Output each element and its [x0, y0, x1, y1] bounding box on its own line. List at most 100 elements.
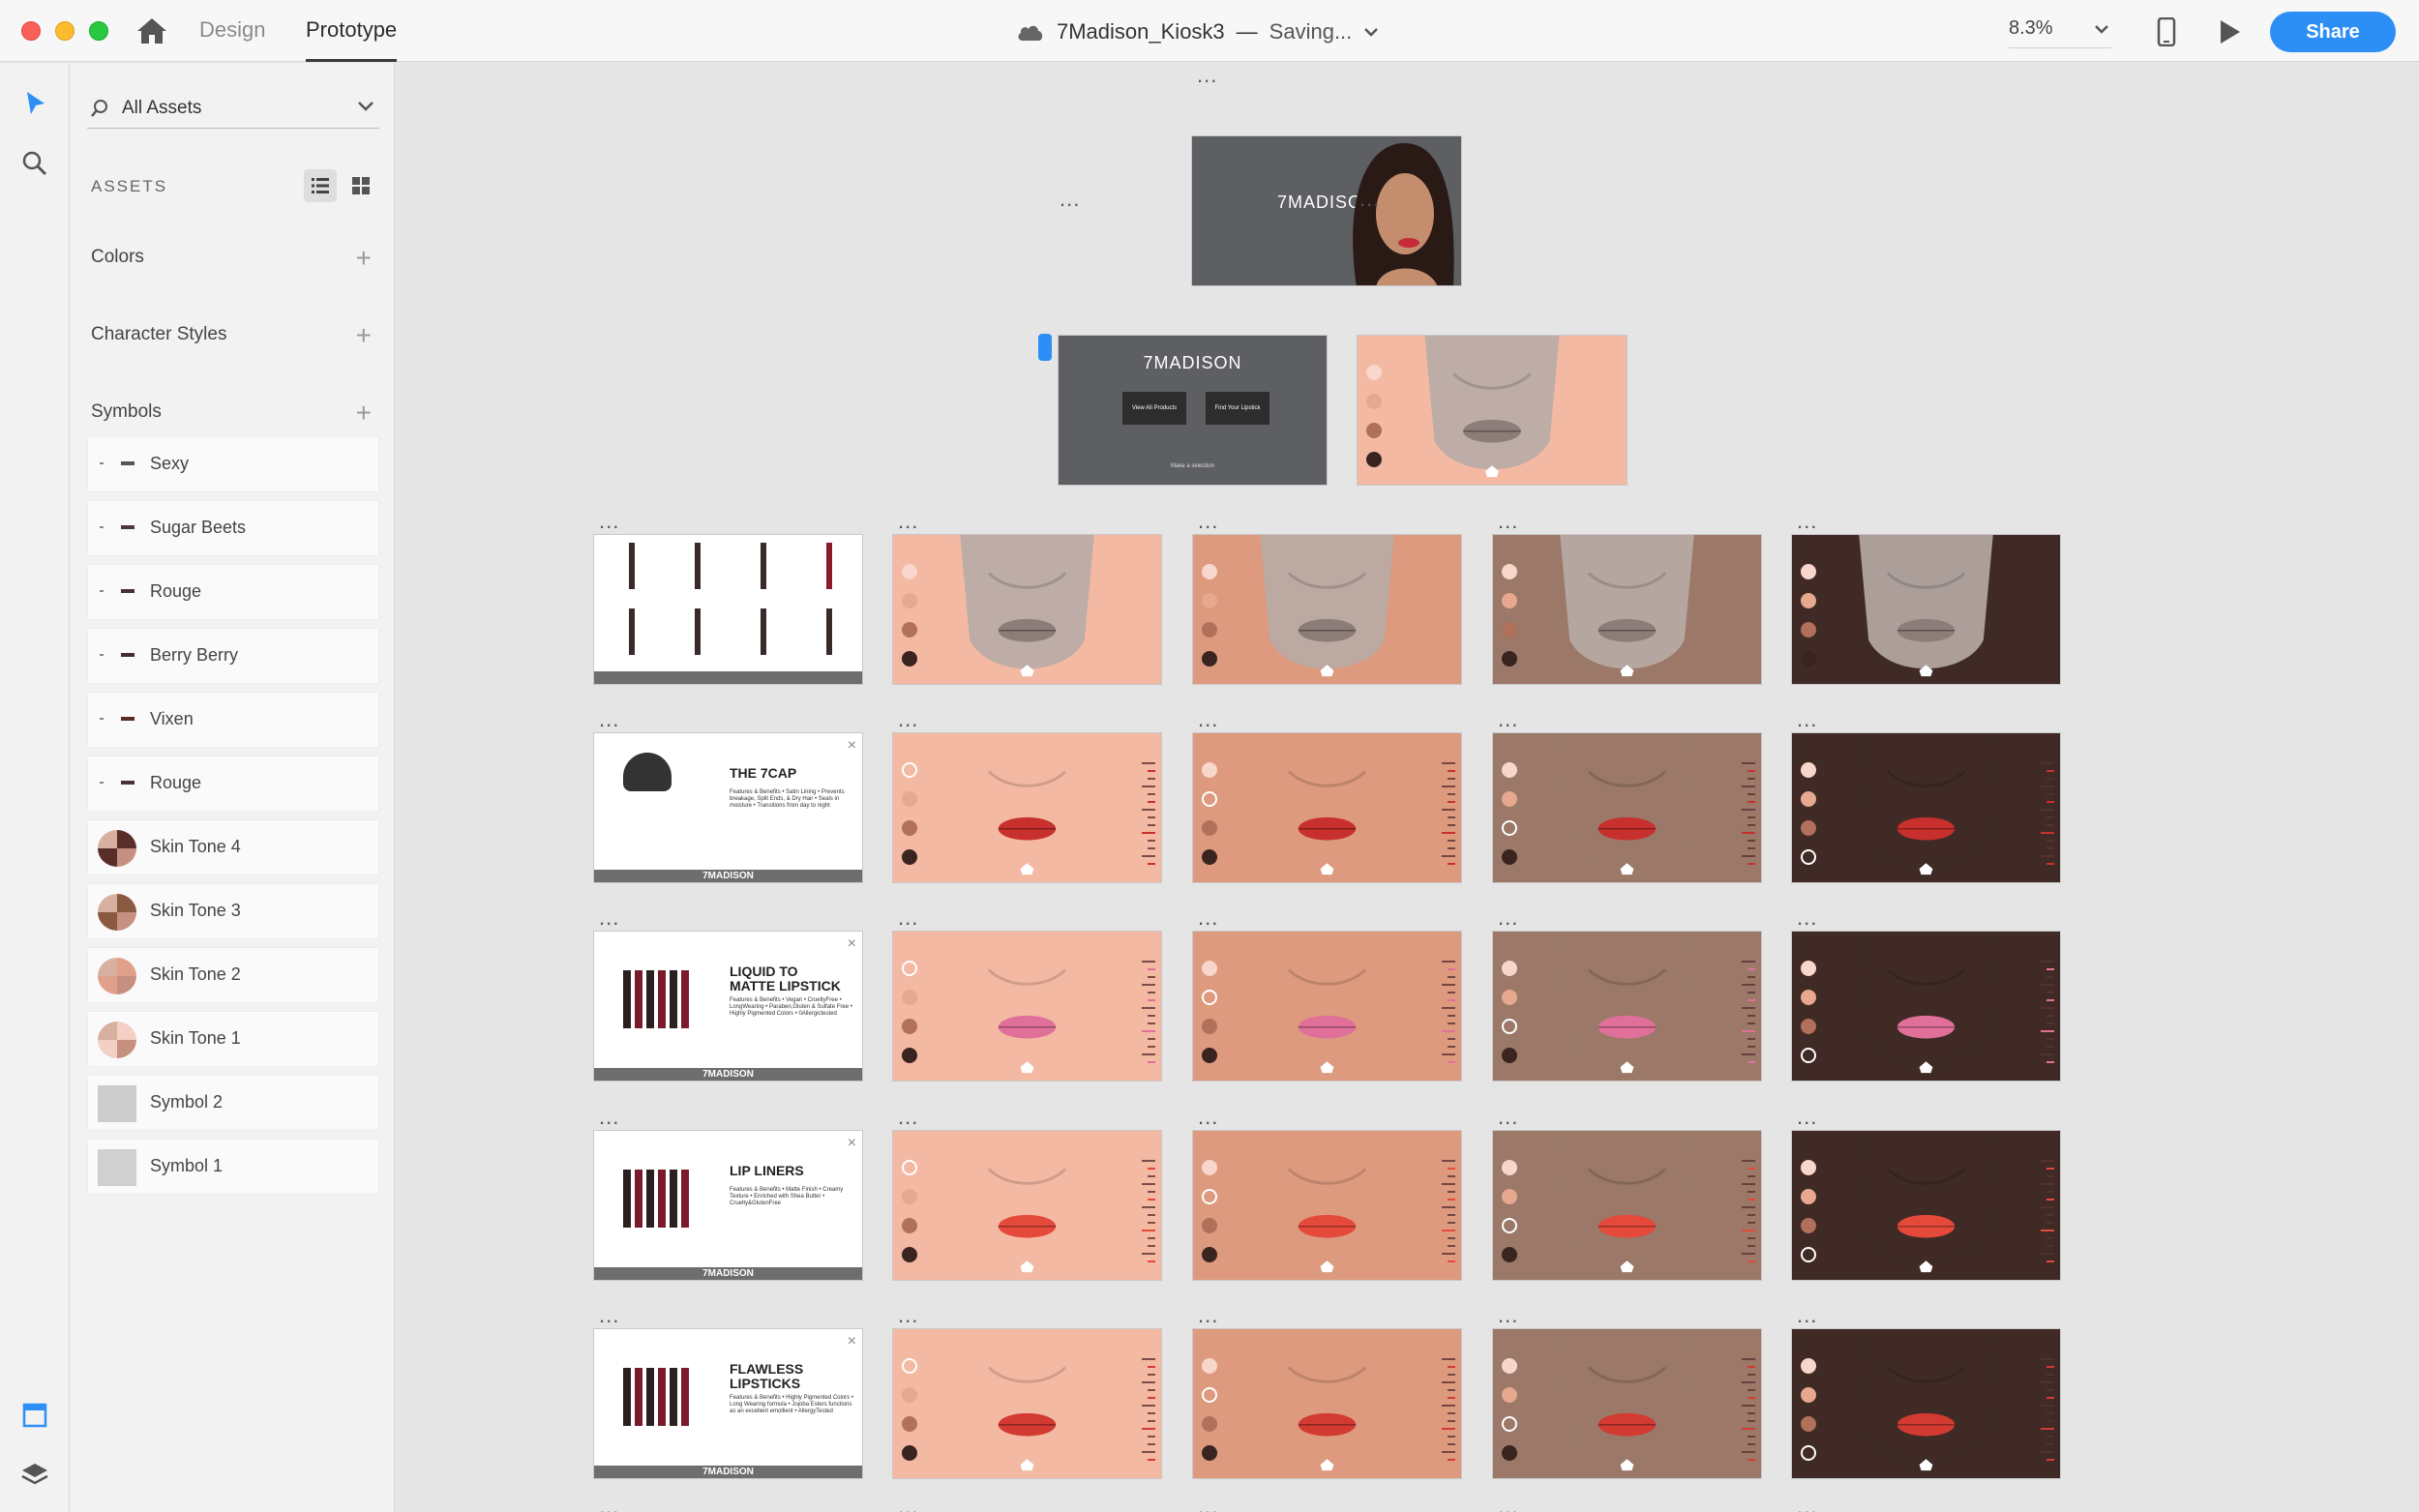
lipstick-shade-marker[interactable] [2046, 1023, 2054, 1024]
skin-tone-swatch[interactable] [1202, 651, 1217, 667]
lipstick-shade-marker[interactable] [1148, 1389, 1155, 1391]
lipstick-shade-marker[interactable] [1148, 778, 1155, 780]
skin-tone-swatch[interactable] [1801, 1189, 1816, 1204]
lipstick-shade-marker[interactable] [1448, 1168, 1455, 1170]
lipstick-shade-marker[interactable] [1742, 1381, 1755, 1383]
lipstick-shade-marker[interactable] [2041, 1253, 2054, 1255]
lipstick-shade-marker[interactable] [1747, 1459, 1755, 1461]
artboard-lip-preview[interactable] [892, 1130, 1162, 1281]
skin-tone-swatch[interactable] [1801, 762, 1816, 778]
product-thumbnail[interactable] [826, 608, 832, 655]
lipstick-shade-marker[interactable] [1742, 1358, 1755, 1360]
lipstick-shade-marker[interactable] [1747, 770, 1755, 772]
lipstick-shade-marker[interactable] [2046, 1199, 2054, 1201]
skin-tone-swatch[interactable] [1801, 849, 1816, 865]
lipstick-shade-marker[interactable] [2046, 1222, 2054, 1224]
skin-tone-swatch[interactable] [902, 1445, 917, 1461]
skin-tone-swatch[interactable] [902, 564, 917, 579]
lipstick-shade-marker[interactable] [1148, 1168, 1155, 1170]
skin-tone-swatch[interactable] [1801, 1247, 1816, 1262]
lipstick-shade-marker[interactable] [1742, 1030, 1755, 1032]
symbol-item[interactable]: Symbol 1 [87, 1139, 379, 1195]
product-thumbnail[interactable] [761, 543, 766, 589]
lipstick-shade-marker[interactable] [1142, 809, 1155, 811]
layers-icon[interactable] [19, 1460, 50, 1491]
artboard-menu-icon[interactable]: ... [898, 1497, 918, 1512]
tab-design[interactable]: Design [199, 17, 265, 62]
skin-tone-swatch[interactable] [1202, 820, 1217, 836]
skin-tone-swatch[interactable] [1366, 423, 1382, 438]
lipstick-shade-marker[interactable] [2046, 1459, 2054, 1461]
artboard-menu-icon[interactable]: ... [1498, 709, 1518, 730]
lipstick-shade-marker[interactable] [1747, 999, 1755, 1001]
skin-tone-swatch[interactable] [902, 1019, 917, 1034]
artboard-menu-icon[interactable]: ... [1197, 65, 1217, 86]
lipstick-shade-marker[interactable] [1448, 1175, 1455, 1177]
lipstick-shade-marker[interactable] [2046, 1389, 2054, 1391]
artboard-lip-preview[interactable] [1192, 1328, 1462, 1479]
lipstick-shade-marker[interactable] [1448, 1366, 1455, 1368]
lipstick-shade-marker[interactable] [1742, 1253, 1755, 1255]
artboard-menu-icon[interactable]: ... [599, 1305, 619, 1326]
lipstick-shade-marker[interactable] [1747, 816, 1755, 818]
lipstick-shade-marker[interactable] [1448, 976, 1455, 978]
symbol-item[interactable]: Skin Tone 3 [87, 883, 379, 939]
skin-tone-swatch[interactable] [1502, 762, 1517, 778]
skin-tone-swatch[interactable] [902, 651, 917, 667]
lipstick-shade-marker[interactable] [1148, 1374, 1155, 1376]
lipstick-shade-marker[interactable] [2041, 762, 2054, 764]
lipstick-shade-marker[interactable] [2046, 840, 2054, 842]
artboard-menu-icon[interactable]: ... [1198, 1497, 1218, 1512]
tab-prototype[interactable]: Prototype [306, 17, 398, 62]
lipstick-shade-marker[interactable] [2041, 1160, 2054, 1162]
skin-tone-swatch[interactable] [1502, 593, 1517, 608]
lipstick-shade-marker[interactable] [2046, 1015, 2054, 1017]
skin-tone-swatch[interactable] [902, 1416, 917, 1432]
artboard-menu-icon[interactable]: ... [1797, 1497, 1817, 1512]
artboard-menu-icon[interactable]: ... [1498, 511, 1518, 532]
lipstick-shade-marker[interactable] [1747, 1168, 1755, 1170]
lipstick-shade-marker[interactable] [1442, 1053, 1455, 1055]
home-icon[interactable] [135, 15, 168, 46]
skin-tone-swatch[interactable] [1366, 394, 1382, 409]
lipstick-shade-marker[interactable] [1448, 816, 1455, 818]
lipstick-shade-marker[interactable] [1142, 1160, 1155, 1162]
lipstick-shade-marker[interactable] [1742, 786, 1755, 787]
lipstick-shade-marker[interactable] [2046, 1374, 2054, 1376]
lipstick-shade-marker[interactable] [1742, 961, 1755, 963]
lipstick-shade-marker[interactable] [2046, 1260, 2054, 1262]
skin-tone-swatch[interactable] [902, 1218, 917, 1233]
skin-tone-swatch[interactable] [1202, 1048, 1217, 1063]
symbols-section[interactable]: Symbols + [91, 398, 377, 430]
skin-tone-swatch[interactable] [1202, 961, 1217, 976]
lipstick-shade-marker[interactable] [1747, 1412, 1755, 1414]
lipstick-shade-marker[interactable] [1142, 1358, 1155, 1360]
skin-tone-swatch[interactable] [1202, 593, 1217, 608]
lipstick-shade-marker[interactable] [1747, 1389, 1755, 1391]
skin-tone-swatch[interactable] [1202, 564, 1217, 579]
symbol-item[interactable]: Skin Tone 4 [87, 819, 379, 875]
asset-filter-select[interactable]: All Assets [87, 92, 379, 129]
lipstick-shade-marker[interactable] [1142, 1381, 1155, 1383]
artboard-menu-icon[interactable]: ... [599, 709, 619, 730]
lipstick-shade-marker[interactable] [1142, 855, 1155, 857]
lipstick-shade-marker[interactable] [1448, 1046, 1455, 1048]
lipstick-shade-marker[interactable] [2046, 1397, 2054, 1399]
artboard-lip-preview[interactable] [1192, 534, 1462, 685]
lipstick-shade-marker[interactable] [1747, 1397, 1755, 1399]
lipstick-shade-marker[interactable] [2041, 1183, 2054, 1185]
lipstick-shade-marker[interactable] [1448, 1397, 1455, 1399]
colors-section[interactable]: Colors + [91, 243, 377, 276]
lipstick-shade-marker[interactable] [2046, 801, 2054, 803]
lipstick-shade-marker[interactable] [2046, 968, 2054, 970]
artboard-lip-preview[interactable] [1192, 732, 1462, 883]
lipstick-shade-marker[interactable] [1442, 1358, 1455, 1360]
add-symbol-icon[interactable]: + [356, 398, 372, 429]
lipstick-shade-marker[interactable] [1442, 1405, 1455, 1407]
symbol-item[interactable]: Sexy [87, 436, 379, 492]
lipstick-shade-marker[interactable] [1448, 1191, 1455, 1193]
lipstick-shade-marker[interactable] [1742, 1230, 1755, 1231]
artboard-menu-icon[interactable]: ... [1797, 709, 1817, 730]
lipstick-shade-marker[interactable] [1148, 1366, 1155, 1368]
lipstick-shade-marker[interactable] [2041, 984, 2054, 986]
